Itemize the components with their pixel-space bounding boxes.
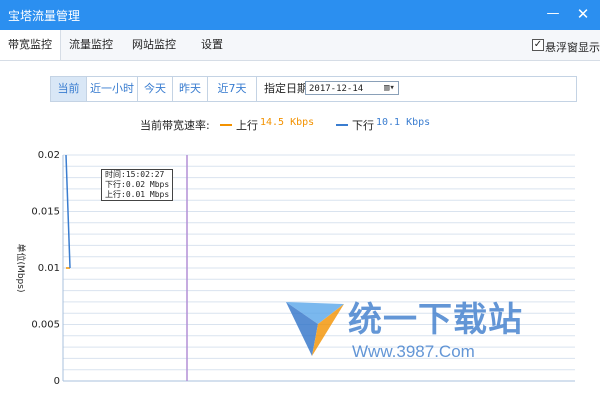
date-value: 2017-12-14 [309,84,364,94]
tab-website-monitor[interactable]: 网站监控 [124,30,184,60]
float-window-checkbox[interactable]: ✓ [532,39,544,51]
upload-label: 上行 [236,119,258,132]
window-title: 宝塔流量管理 [8,9,81,23]
date-filter-label: 指定日期 [264,82,308,95]
watermark-logo [286,302,344,356]
download-value: 10.1 Kbps [376,117,431,128]
y-tick-label: 0.01 [38,263,60,274]
chart-tooltip: 时间:15:02:27 下行:0.02 Mbps 上行:0.01 Mbps [101,169,173,201]
minimize-button[interactable]: — [538,0,568,30]
float-window-label: 悬浮窗显示 [545,41,600,54]
watermark-text: 统一下载站 [348,300,523,340]
download-label: 下行 [352,119,374,132]
y-axis-label: 单位(Mbps) [15,244,27,293]
y-tick-labels: 0.02 0.015 0.01 0.005 0 [31,150,60,387]
download-legend-swatch [336,124,348,126]
tooltip-download: 下行:0.02 Mbps [105,180,170,189]
tooltip-time: 时间:15:02:27 [105,170,165,179]
range-yesterday-button[interactable]: 昨天 [173,77,208,101]
upload-value: 14.5 Kbps [260,117,315,128]
range-today-button[interactable]: 今天 [138,77,173,101]
tab-bandwidth-monitor[interactable]: 带宽监控 [0,30,61,60]
y-tick-label: 0.015 [31,207,60,218]
watermark-url: Www.3987.Com [352,342,475,361]
time-range-filter: 当前 近一小时 今天 昨天 近7天 指定日期 2017-12-14 ▥▾ [50,76,577,102]
title-bar: 宝塔流量管理 — ✕ [0,0,600,30]
calendar-icon[interactable]: ▥▾ [384,83,396,94]
range-last-7-days-button[interactable]: 近7天 [208,77,257,101]
range-current-button[interactable]: 当前 [51,77,87,101]
date-picker-input[interactable]: 2017-12-14 ▥▾ [305,81,399,95]
close-button[interactable]: ✕ [568,0,598,30]
range-last-hour-button[interactable]: 近一小时 [87,77,138,101]
y-tick-label: 0 [54,376,60,387]
y-tick-label: 0.005 [31,320,60,331]
tooltip-upload: 上行:0.01 Mbps [105,190,170,199]
tab-traffic-monitor[interactable]: 流量监控 [62,30,120,60]
rate-title: 当前带宽速率: [140,119,210,132]
upload-legend-swatch [220,124,232,126]
tab-bar: 带宽监控 流量监控 网站监控 设置 ✓ 悬浮窗显示 [0,30,600,61]
site-watermark: 统一下载站 Www.3987.Com [282,290,522,370]
tab-settings[interactable]: 设置 [192,30,232,60]
y-tick-label: 0.02 [38,150,60,161]
